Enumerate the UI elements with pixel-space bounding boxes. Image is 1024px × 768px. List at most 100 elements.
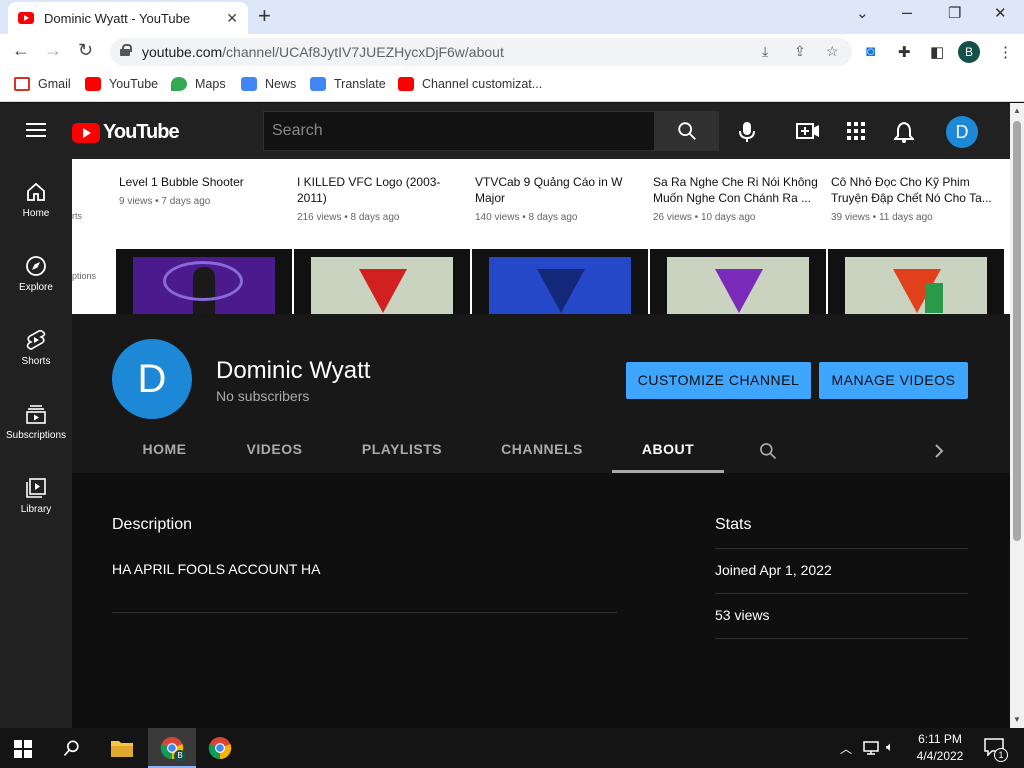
tab-channels[interactable]: CHANNELS <box>482 429 602 473</box>
forward-icon[interactable]: → <box>44 40 62 61</box>
divider <box>715 638 968 639</box>
gmail-icon <box>14 77 30 91</box>
translate-icon <box>310 77 326 91</box>
chevron-right-icon[interactable] <box>934 443 944 464</box>
search-button[interactable] <box>655 111 719 151</box>
video-thumbnail[interactable] <box>650 249 826 314</box>
chrome-icon[interactable] <box>208 736 232 768</box>
install-icon[interactable]: ⤓ <box>762 43 768 60</box>
search-input[interactable] <box>263 111 655 151</box>
apps-grid-icon[interactable] <box>846 121 866 146</box>
chrome-profile-b-taskbar-button[interactable]: B <box>148 728 196 768</box>
channel-search-icon[interactable] <box>758 441 778 466</box>
restore-icon[interactable]: ❐ <box>948 4 961 22</box>
windows-start-icon[interactable] <box>14 740 32 768</box>
share-icon[interactable]: ⇪ <box>794 43 806 60</box>
video-thumbnail[interactable] <box>294 249 470 314</box>
tab-about[interactable]: ABOUT <box>612 429 724 473</box>
reload-icon[interactable]: ↻ <box>78 40 93 61</box>
channel-avatar[interactable]: D <box>112 339 192 419</box>
tray-chevron-up-icon[interactable]: ︿ <box>840 740 852 768</box>
volume-icon[interactable]: 🔈︎ <box>886 739 894 768</box>
new-tab-button[interactable]: + <box>258 5 271 27</box>
bookmark-maps[interactable]: Maps <box>171 77 226 91</box>
channel-description: HA APRIL FOOLS ACCOUNT HA <box>112 561 321 577</box>
video-meta: 216 views • 8 days ago <box>297 212 400 223</box>
address-bar[interactable]: youtube.com/channel/UCAf8JytIV7JUEZHycxD… <box>110 38 852 66</box>
guide-label: Shorts <box>21 356 51 367</box>
window-close-icon[interactable]: ✕ <box>994 4 1007 22</box>
divider <box>715 548 968 549</box>
scroll-up-icon[interactable]: ▲ <box>1013 106 1021 115</box>
url-text[interactable]: youtube.com/channel/UCAf8JytIV7JUEZHycxD… <box>142 44 504 60</box>
video-card[interactable]: Cô Nhỏ Đọc Cho Kỹ Phim Truyện Đập Chết N… <box>828 159 1004 314</box>
guide-item-library[interactable]: Library <box>0 477 72 515</box>
video-card[interactable]: Level 1 Bubble Shooter 9 views • 7 days … <box>116 159 292 314</box>
banner-side-label: rts <box>72 211 82 221</box>
bookmark-translate[interactable]: Translate <box>310 77 386 91</box>
video-thumbnail[interactable] <box>116 249 292 314</box>
guide-item-explore[interactable]: Explore <box>0 255 72 293</box>
create-video-icon[interactable] <box>796 121 820 146</box>
network-icon[interactable] <box>862 740 880 768</box>
file-explorer-icon[interactable] <box>110 738 134 768</box>
taskbar-search-icon[interactable] <box>62 738 82 768</box>
tab-playlists[interactable]: PLAYLISTS <box>342 429 462 473</box>
system-clock[interactable]: 6:11 PM 4/4/2022 <box>910 731 970 765</box>
browser-tab[interactable]: Dominic Wyatt - YouTube ✕ <box>8 2 248 34</box>
thumbnail-image <box>133 257 275 314</box>
tab-videos[interactable]: VIDEOS <box>222 429 327 473</box>
banner-side-label: ptions <box>72 271 97 281</box>
video-thumbnail[interactable] <box>472 249 648 314</box>
customize-channel-button[interactable]: CUSTOMIZE CHANNEL <box>626 362 811 399</box>
guide-item-home[interactable]: Home <box>0 181 72 219</box>
video-meta: 26 views • 10 days ago <box>653 212 756 223</box>
scrollbar-thumb[interactable] <box>1013 121 1021 541</box>
video-card[interactable]: I KILLED VFC Logo (2003-2011) 216 views … <box>294 159 470 314</box>
guide-item-shorts[interactable]: Shorts <box>0 329 72 367</box>
notifications-icon[interactable]: 1 <box>984 738 1008 768</box>
back-icon[interactable]: ← <box>12 40 30 61</box>
video-title: Cô Nhỏ Đọc Cho Kỹ Phim Truyện Đập Chết N… <box>831 175 992 205</box>
account-avatar[interactable]: D <box>946 116 978 148</box>
v-logo-shape <box>537 269 585 313</box>
clock-date: 4/4/2022 <box>916 749 964 763</box>
page-scrollbar[interactable]: ▲ ▼ <box>1010 103 1024 728</box>
extensions-icon[interactable]: ✚ <box>898 43 911 61</box>
bookmark-channel-customization[interactable]: Channel customizat... <box>398 77 542 91</box>
video-title: Level 1 Bubble Shooter <box>119 175 244 189</box>
video-meta: 39 views • 11 days ago <box>831 212 933 223</box>
notifications-bell-icon[interactable] <box>892 121 916 148</box>
bookmark-star-icon[interactable]: ☆ <box>826 43 839 60</box>
bookmark-news[interactable]: News <box>241 77 296 91</box>
guide-label: Subscriptions <box>5 430 67 441</box>
browser-toolbar: ← → ↻ youtube.com/channel/UCAf8JytIV7JUE… <box>0 34 1024 70</box>
browser-menu-icon[interactable]: ⋮ <box>998 43 1013 61</box>
video-card[interactable]: Sa Ra Nghe Che Ri Nói Không Muốn Nghe Co… <box>650 159 826 314</box>
side-panel-icon[interactable]: ◧ <box>930 43 944 61</box>
minimize-icon[interactable]: – <box>902 2 912 23</box>
compass-icon <box>26 256 46 276</box>
tab-home[interactable]: HOME <box>112 429 217 473</box>
thumbnail-image <box>489 257 631 314</box>
subscriber-count: No subscribers <box>216 388 310 404</box>
menu-icon[interactable] <box>26 123 46 137</box>
bookmark-gmail[interactable]: Gmail <box>14 77 71 91</box>
description-heading: Description <box>112 516 193 533</box>
youtube-icon <box>85 77 101 91</box>
close-tab-icon[interactable]: ✕ <box>226 10 238 27</box>
media-icon[interactable]: ◙ <box>866 43 875 60</box>
microphone-icon[interactable] <box>738 121 756 148</box>
bookmark-youtube[interactable]: YouTube <box>85 77 158 91</box>
video-thumbnail[interactable] <box>828 249 1004 314</box>
guide-sidebar: Home Explore Shorts Subscriptions Librar… <box>0 159 72 728</box>
guide-label: Home <box>22 208 50 219</box>
manage-videos-button[interactable]: MANAGE VIDEOS <box>819 362 968 399</box>
browser-profile-avatar[interactable]: B <box>958 41 980 63</box>
guide-item-subscriptions[interactable]: Subscriptions <box>0 403 72 441</box>
youtube-logo[interactable]: YouTube <box>72 121 180 144</box>
channel-banner-video-strip: rts ptions Level 1 Bubble Shooter 9 view… <box>72 159 1010 314</box>
video-card[interactable]: VTVCab 9 Quảng Cáo in W Major 140 views … <box>472 159 648 314</box>
tab-search-icon[interactable]: ⌄ <box>856 4 869 22</box>
scroll-down-icon[interactable]: ▼ <box>1013 715 1021 724</box>
